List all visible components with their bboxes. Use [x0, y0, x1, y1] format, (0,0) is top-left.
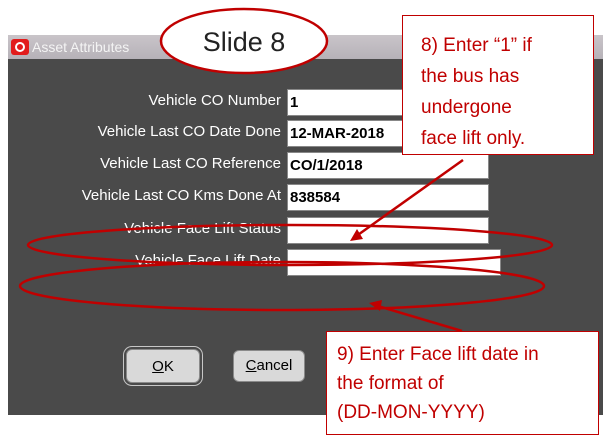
ok-mnemonic: O: [152, 358, 164, 375]
cancel-mnemonic: C: [245, 357, 257, 374]
callout8-line: the bus has: [421, 66, 520, 87]
callout8-line: undergone: [421, 97, 512, 118]
ok-button[interactable]: OK: [126, 349, 200, 383]
callout9-line: 9) Enter Face lift date in: [337, 344, 539, 365]
vehicle-last-co-reference-field[interactable]: CO/1/2018: [287, 152, 489, 179]
vehicle-last-co-kms-label: Vehicle Last CO Kms Done At: [81, 187, 281, 204]
cancel-button[interactable]: Cancel: [233, 350, 305, 382]
callout9-line: (DD-MON-YYYY): [337, 402, 485, 423]
callout9-line: the format of: [337, 373, 444, 394]
window-title: Asset Attributes: [32, 39, 130, 55]
vehicle-last-co-kms-field[interactable]: 838584: [287, 184, 489, 211]
vehicle-face-lift-status-field[interactable]: [287, 217, 489, 244]
cancel-label-rest: ancel: [256, 357, 293, 374]
slide-label: Slide 8: [202, 27, 286, 57]
vehicle-face-lift-status-label: Vehicle Face Lift Status: [124, 220, 281, 237]
callout8-line: face lift only.: [421, 128, 526, 149]
vehicle-face-lift-date-label: Vehicle Face Lift Date: [135, 252, 281, 269]
callout8-line: 8) Enter “1” if: [421, 35, 532, 56]
face-lift-status-callout: 8) Enter “1” if the bus has undergone fa…: [402, 15, 594, 155]
vehicle-face-lift-date-field[interactable]: [287, 249, 501, 276]
vehicle-last-co-reference-label: Vehicle Last CO Reference: [100, 155, 281, 172]
face-lift-date-callout: 9) Enter Face lift date in the format of…: [326, 331, 599, 435]
vehicle-last-co-date-label: Vehicle Last CO Date Done: [97, 123, 281, 140]
ok-label-rest: K: [163, 358, 174, 375]
oracle-logo-icon: [11, 39, 29, 55]
vehicle-co-number-label: Vehicle CO Number: [148, 92, 281, 109]
